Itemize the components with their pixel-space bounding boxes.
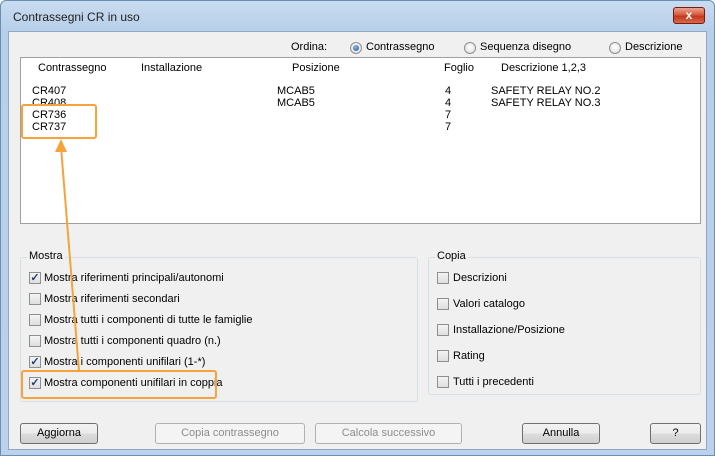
arrow-head xyxy=(55,139,67,152)
annotation-arrow xyxy=(55,139,80,372)
dialog-window: Contrassegni CR in uso x Ordina: Contras… xyxy=(0,0,715,456)
arrow-line xyxy=(60,146,80,372)
